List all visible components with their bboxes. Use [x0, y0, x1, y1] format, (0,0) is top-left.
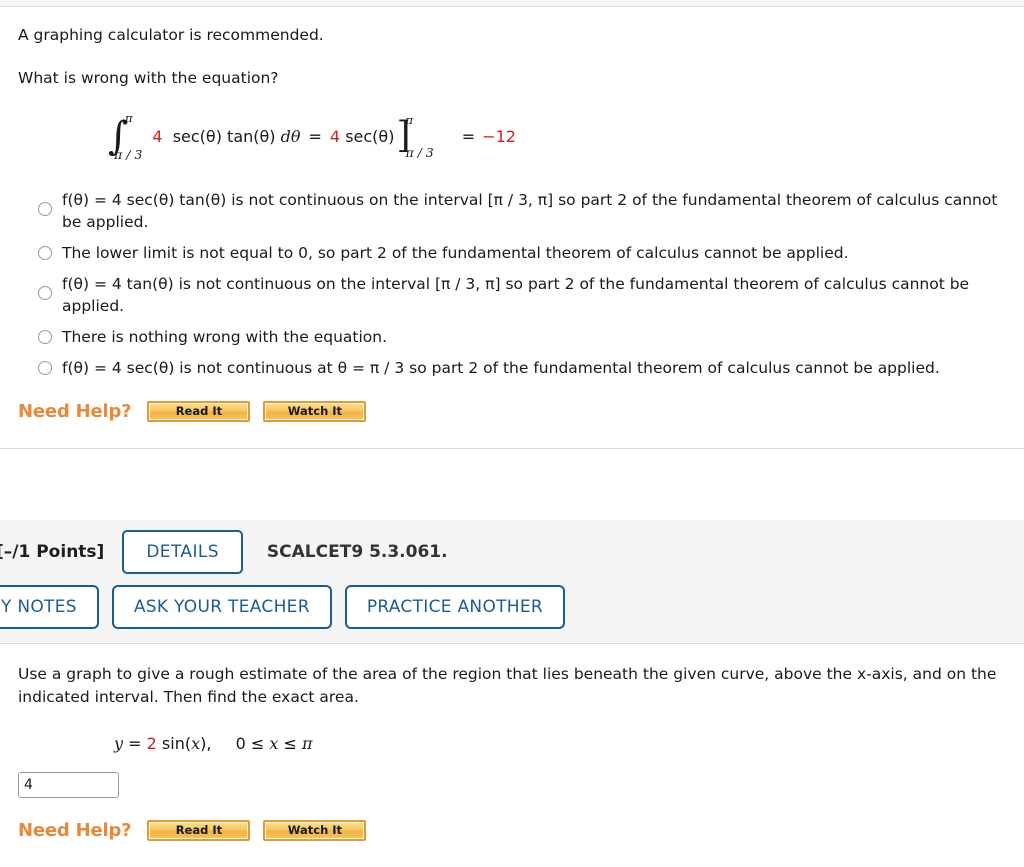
integrand-expression: 4 sec(θ) tan(θ) dθ: [152, 127, 300, 146]
watch-it-button-1[interactable]: Watch It: [263, 400, 367, 422]
option-label-5: f(θ) = 4 sec(θ) is not continuous at θ =…: [62, 358, 940, 377]
integral-lower-limit: π / 3: [114, 146, 143, 162]
question-2-body: Use a graph to give a rough estimate of …: [0, 663, 1024, 798]
read-it-button-2[interactable]: Read It: [147, 819, 251, 841]
question-1-equation: π ∫ π / 3 4 sec(θ) tan(θ) dθ = 4 sec(θ) …: [18, 112, 1006, 175]
details-button[interactable]: DETAILS: [122, 529, 243, 574]
top-gray-band: [0, 0, 1024, 7]
option-row-4[interactable]: There is nothing wrong with the equation…: [38, 326, 1006, 348]
equation-equals-1: =: [308, 127, 322, 147]
result-equals: =: [461, 127, 476, 147]
option-row-5[interactable]: f(θ) = 4 sec(θ) is not continuous at θ =…: [38, 357, 1006, 379]
option-label-1: f(θ) = 4 sec(θ) tan(θ) is not continuous…: [62, 190, 998, 231]
question-2-equation: y = 2 sin(x), 0 ≤ x ≤ π: [18, 734, 1006, 753]
eval-lower-limit: π / 3: [405, 144, 434, 160]
question-1-options: f(θ) = 4 sec(θ) tan(θ) is not continuous…: [18, 189, 1006, 379]
result-value: −12: [482, 127, 516, 147]
integrand-body: sec(θ) tan(θ): [168, 127, 276, 146]
option-label-2: The lower limit is not equal to 0, so pa…: [62, 243, 849, 262]
inter-question-gap: [0, 448, 1024, 520]
option-label-4: There is nothing wrong with the equation…: [62, 327, 388, 346]
option-label-3: f(θ) = 4 tan(θ) is not continuous on the…: [62, 274, 970, 315]
need-help-label-2: Need Help?: [18, 819, 132, 841]
practice-another-button[interactable]: PRACTICE ANOTHER: [344, 584, 566, 629]
answer-input-field[interactable]: [18, 771, 119, 798]
points-badge: [–/1 Points]: [0, 541, 105, 562]
question-2-header-row-2: MY NOTES ASK YOUR TEACHER PRACTICE ANOTH…: [0, 584, 1024, 629]
q2-equation-coefficient: 2: [146, 733, 157, 753]
option-row-3[interactable]: f(θ) = 4 tan(θ) is not continuous on the…: [38, 273, 1006, 317]
integrand-coefficient: 4: [152, 127, 163, 147]
ask-your-teacher-button[interactable]: ASK YOUR TEACHER: [111, 584, 332, 629]
my-notes-button[interactable]: MY NOTES: [0, 584, 99, 629]
eval-lower-limit-text: π / 3: [405, 144, 434, 160]
question-2-need-help: Need Help? Read It Watch It: [0, 819, 1024, 841]
integral-lower-limit-text: π / 3: [114, 146, 143, 162]
radio-option-1[interactable]: [38, 201, 52, 216]
question-2-header: [–/1 Points] DETAILS SCALCET9 5.3.061. M…: [0, 519, 1024, 644]
option-row-2[interactable]: The lower limit is not equal to 0, so pa…: [38, 242, 1006, 264]
radio-option-3[interactable]: [38, 285, 52, 300]
textbook-reference: SCALCET9 5.3.061.: [266, 541, 448, 562]
antiderivative-coefficient: 4: [329, 127, 341, 147]
read-it-button-1[interactable]: Read It: [147, 400, 251, 422]
option-row-1[interactable]: f(θ) = 4 sec(θ) tan(θ) is not continuous…: [38, 189, 1006, 233]
antiderivative-expression: 4 sec(θ): [330, 127, 395, 146]
differential: dθ: [280, 127, 301, 147]
question-2-text: Use a graph to give a rough estimate of …: [18, 664, 997, 707]
need-help-label-1: Need Help?: [18, 400, 132, 422]
integrand-body-text: sec(θ) tan(θ): [172, 127, 276, 147]
question-1-body: A graphing calculator is recommended. Wh…: [0, 24, 1024, 379]
evaluation-bracket-group: π ] π / 3: [396, 114, 434, 160]
spacer-after-q1: [0, 421, 1024, 448]
radio-option-4[interactable]: [38, 329, 52, 344]
question-1-need-help: Need Help? Read It Watch It: [0, 400, 1024, 422]
question-2-header-row-1: [–/1 Points] DETAILS SCALCET9 5.3.061.: [0, 529, 1024, 574]
integral-symbol-group: π ∫ π / 3: [108, 112, 143, 162]
radio-option-5[interactable]: [38, 360, 52, 375]
watch-it-button-2[interactable]: Watch It: [263, 819, 367, 841]
q2-equation-function: sin(x),: [161, 733, 212, 753]
graphing-calculator-note: A graphing calculator is recommended.: [18, 26, 324, 44]
question-1-prompt: What is wrong with the equation?: [18, 69, 279, 88]
q2-equation-equals: =: [128, 733, 142, 753]
q2-equation-lhs: y: [114, 733, 124, 753]
antiderivative-body-text: sec(θ): [345, 127, 395, 147]
antiderivative-body: sec(θ): [340, 127, 394, 146]
q2-equation-interval: 0 ≤ x ≤ π: [235, 733, 313, 753]
radio-option-2[interactable]: [38, 245, 52, 260]
